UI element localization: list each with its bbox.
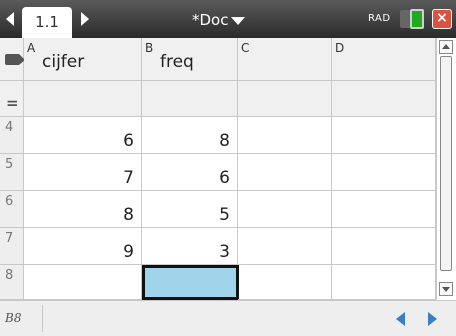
table-cell[interactable]: 6 [142,154,238,191]
scroll-down-icon[interactable] [439,282,453,296]
formula-cell-b[interactable] [142,81,238,117]
cell-reference: B8 [3,305,43,332]
title-bar: 1.1 *Doc RAD × [0,0,456,38]
row-header[interactable]: 6 [0,191,24,228]
cell-value: 5 [219,205,230,225]
corner-header[interactable] [0,38,25,81]
row-header[interactable]: 5 [0,154,24,191]
table-cell[interactable]: 8 [142,117,238,154]
formula-cell-c[interactable] [238,81,332,117]
column-header-c[interactable]: C [238,38,332,81]
row-number: 7 [5,231,14,246]
column-header-a[interactable]: A cijfer [24,38,142,81]
table-cell[interactable] [238,191,332,228]
column-letter: B [145,41,154,55]
table-cell[interactable] [332,154,436,191]
cell-value: 9 [123,242,134,262]
cell-value: 6 [123,131,134,151]
vertical-scrollbar[interactable] [436,38,456,300]
table-cell[interactable] [24,265,142,300]
table-cell[interactable] [332,191,436,228]
row-number: 4 [5,120,14,135]
nav-left-icon[interactable] [396,312,405,326]
tag-icon [5,54,25,65]
nav-right-icon[interactable] [428,312,437,326]
next-page-arrow-icon[interactable] [81,12,89,26]
spreadsheet: A cijfer B freq C D = 4 6 8 5 7 6 6 8 5 … [0,38,436,300]
column-letter: D [335,41,345,55]
row-number: 6 [5,194,14,209]
page-tab[interactable]: 1.1 [22,7,72,38]
table-cell[interactable] [238,228,332,265]
row-number: 8 [5,268,14,283]
table-cell[interactable]: 8 [24,191,142,228]
battery-icon [410,9,424,29]
table-cell[interactable] [238,117,332,154]
close-button[interactable]: × [432,9,452,29]
table-cell[interactable]: 5 [142,191,238,228]
table-cell[interactable] [332,228,436,265]
table-cell[interactable]: 7 [24,154,142,191]
table-cell[interactable]: 3 [142,228,238,265]
selected-cell[interactable] [142,265,239,300]
cell-value: 8 [219,131,230,151]
formula-cell-d[interactable] [332,81,436,117]
cell-value: 7 [123,168,134,188]
formula-row-header[interactable]: = [0,81,24,117]
column-name: freq [160,52,194,72]
table-cell[interactable]: 9 [24,228,142,265]
angle-mode-indicator: RAD [368,13,391,24]
document-title: *Doc [192,11,229,29]
row-number: 5 [5,157,14,172]
entry-bar: B8 [0,300,456,336]
scroll-up-icon[interactable] [439,40,453,54]
cell-value: 8 [123,205,134,225]
document-title-menu[interactable]: *Doc [192,10,246,30]
column-letter: A [27,41,36,55]
formula-cell-a[interactable] [24,81,142,117]
previous-page-arrow-icon[interactable] [6,12,14,26]
table-cell[interactable]: 6 [24,117,142,154]
column-name: cijfer [42,52,85,72]
table-cell[interactable] [332,265,436,300]
cell-entry-field[interactable] [46,305,386,332]
chevron-down-icon [231,17,246,25]
column-header-d[interactable]: D [332,38,436,81]
column-letter: C [241,41,250,55]
row-header[interactable]: 8 [0,265,24,300]
charging-plug-icon [400,10,410,28]
cell-value: 3 [219,242,230,262]
table-cell[interactable] [332,117,436,154]
row-header[interactable]: 4 [0,117,24,154]
table-cell[interactable] [238,265,332,300]
scrollbar-thumb[interactable] [440,56,452,271]
row-header[interactable]: 7 [0,228,24,265]
column-header-b[interactable]: B freq [142,38,238,81]
cell-value: 6 [219,168,230,188]
table-cell[interactable] [238,154,332,191]
formula-symbol: = [6,94,19,112]
